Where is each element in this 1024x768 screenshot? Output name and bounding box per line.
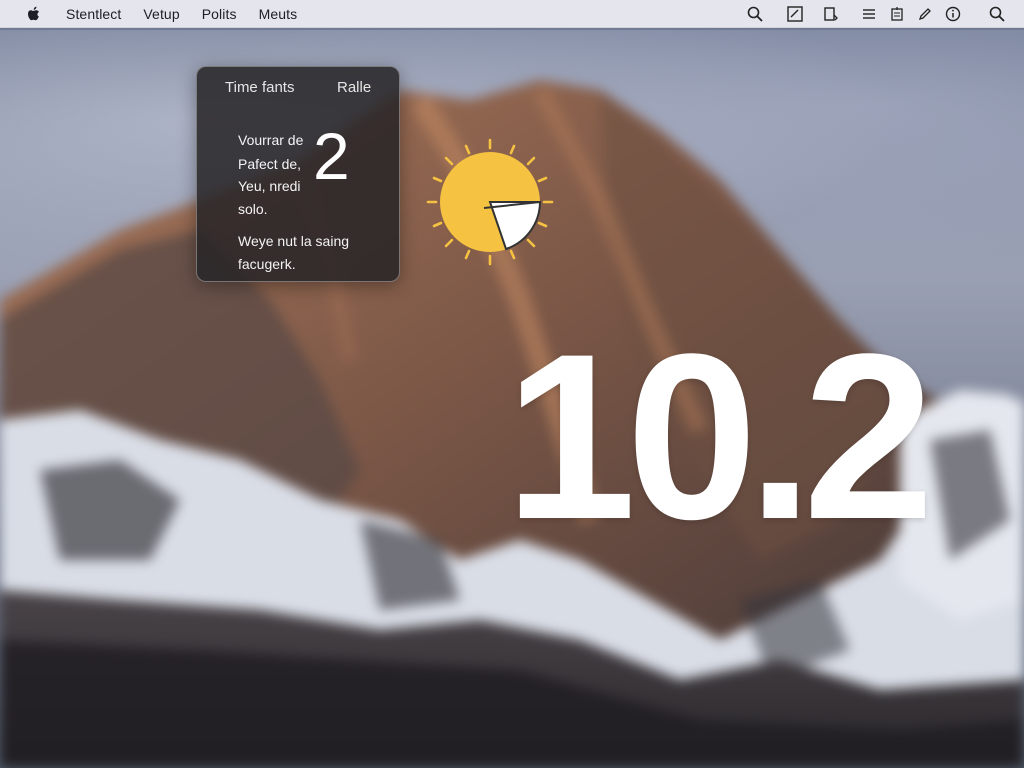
widget-tab-rate[interactable]: Ralle bbox=[337, 79, 371, 96]
spotlight-icon[interactable] bbox=[986, 3, 1008, 25]
clipboard-icon[interactable] bbox=[820, 3, 842, 25]
widget-text-line: Weye nut la saing bbox=[238, 233, 350, 249]
menu-extras bbox=[744, 0, 1024, 28]
widget-tab-time[interactable]: Time fants bbox=[225, 79, 294, 96]
pen-icon[interactable] bbox=[914, 3, 936, 25]
widget-text-line: Vourrar de bbox=[238, 132, 304, 148]
list-icon[interactable] bbox=[858, 3, 880, 25]
menu-app-name[interactable]: Stentlect bbox=[66, 6, 121, 22]
widget-text-line: Pafect de, bbox=[238, 156, 302, 172]
widget-value: 2 bbox=[313, 119, 350, 193]
version-number: 10.2 bbox=[505, 305, 934, 569]
menu-item-meuts[interactable]: Meuts bbox=[259, 6, 298, 22]
widget-text-line: Yeu, nredi bbox=[238, 178, 301, 194]
note-icon[interactable] bbox=[784, 3, 806, 25]
menu-bar: Stentlect Vetup Polits Meuts bbox=[0, 0, 1024, 28]
widget-text-line: facugerk. bbox=[238, 256, 296, 272]
widget-text-line: solo. bbox=[238, 201, 268, 217]
sun-icon bbox=[424, 136, 556, 268]
apple-logo-icon[interactable] bbox=[24, 3, 44, 25]
widget-panel: Time fants Ralle Vourrar de Pafect de, Y… bbox=[196, 66, 400, 282]
menu-item-vetup[interactable]: Vetup bbox=[143, 6, 179, 22]
doc-icon[interactable] bbox=[886, 3, 908, 25]
info-icon[interactable] bbox=[942, 3, 964, 25]
menu-item-polits[interactable]: Polits bbox=[202, 6, 237, 22]
search-icon[interactable] bbox=[744, 3, 766, 25]
